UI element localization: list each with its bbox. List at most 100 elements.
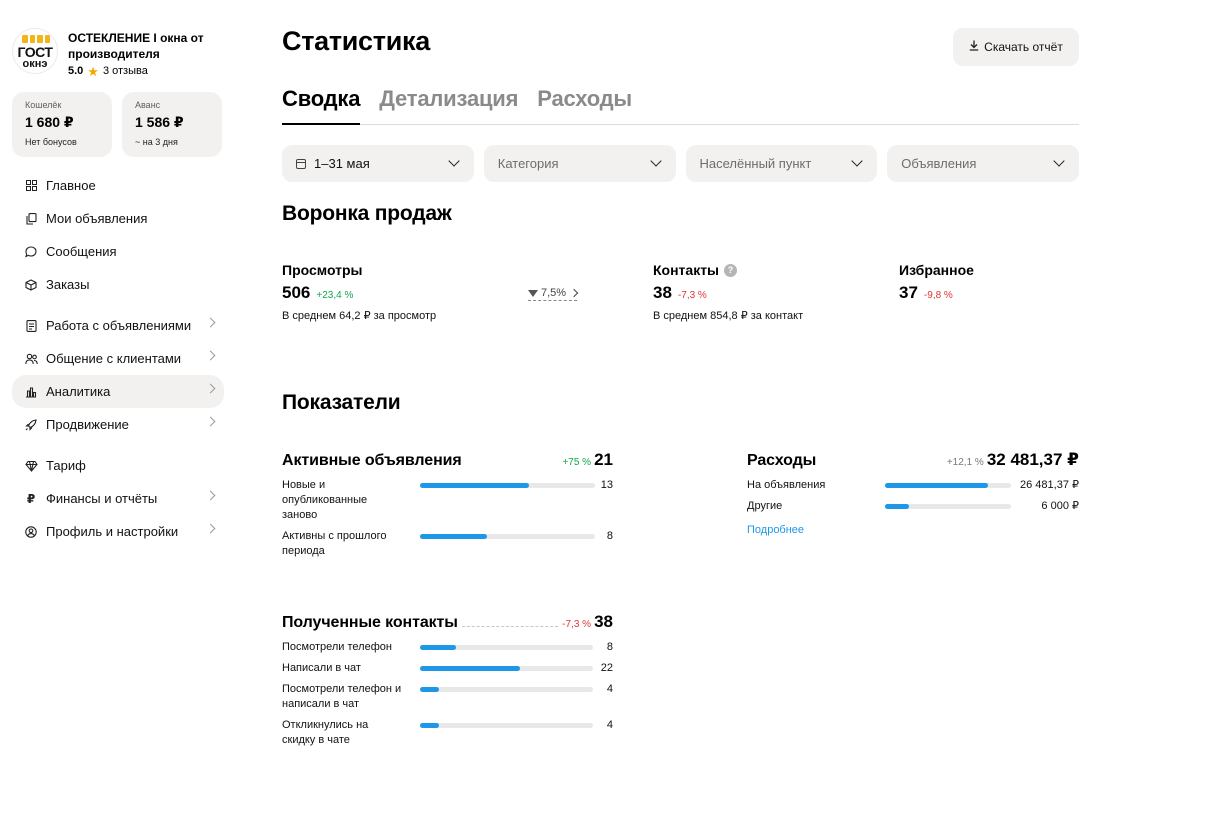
sidebar-item-label: Сообщения [46, 244, 117, 259]
sidebar-item-label: Аналитика [46, 384, 111, 399]
metric-row-bar [420, 645, 593, 650]
document-icon [24, 319, 38, 333]
metric-row: Активны с прошлого периода 8 [282, 529, 613, 559]
sidebar-item-label: Общение с клиентами [46, 351, 182, 366]
chevron-right-icon [205, 383, 216, 394]
category-placeholder: Категория [497, 156, 559, 171]
indicators-title: Показатели [282, 391, 401, 414]
sidebar-item-my-ads[interactable]: Мои объявления [12, 202, 224, 235]
contacts-title: Полученные контакты [282, 614, 458, 631]
metric-row: Новые и опубликованные заново 13 [282, 478, 613, 523]
company-name: ОСТЕКЛЕНИЕ I окна от производителя [68, 31, 204, 61]
rating-value: 5.0 [68, 65, 84, 77]
metric-row: Посмотрели телефон и написали в чат 4 [282, 682, 613, 712]
company-header[interactable]: ГОСТ окнэ ОСТЕКЛЕНИЕ I окна от производи… [12, 28, 224, 79]
metric-row-label: Посмотрели телефон и написали в чат [282, 683, 402, 710]
advance-value: 1 586 ₽ [135, 114, 184, 130]
logo-bars-icon [22, 35, 50, 43]
tab-details[interactable]: Детализация [379, 86, 518, 125]
conversion-link[interactable]: 7,5% [528, 287, 579, 301]
tab-expenses[interactable]: Расходы [537, 86, 632, 125]
funnel-favorites: Избранное 37 -9,8 % [899, 262, 974, 303]
sidebar-item-main[interactable]: Главное [12, 169, 224, 202]
active-ads-title: Активные объявления [282, 452, 462, 469]
favorites-delta: -9,8 % [923, 290, 953, 301]
sidebar-item-analytics[interactable]: Аналитика [12, 375, 224, 408]
funnel-contacts: Контакты ? 38 -7,3 % В среднем 854,8 ₽ з… [653, 262, 803, 322]
sidebar-item-label: Заказы [46, 277, 90, 292]
category-select[interactable]: Категория [483, 145, 676, 182]
help-icon[interactable]: ? [724, 263, 738, 277]
dotted-leader [461, 626, 559, 627]
metric-row: Откликнулись на скидку в чате 4 [282, 718, 613, 748]
sidebar-item-finance[interactable]: ₽ Финансы и отчёты [12, 482, 224, 515]
chevron-right-icon [205, 350, 216, 361]
copy-icon [24, 212, 38, 226]
metric-row-bar [420, 687, 593, 692]
calendar-icon [296, 158, 306, 169]
chevron-right-icon [205, 523, 216, 534]
reviews-count[interactable]: 3 отзыва [103, 65, 148, 77]
metric-row-value: 26 481,37 ₽ [1020, 479, 1079, 491]
chevron-down-icon [851, 155, 863, 167]
metric-row: На объявления 26 481,37 ₽ [747, 478, 1079, 493]
box-icon [24, 278, 38, 292]
ruble-icon: ₽ [26, 491, 36, 506]
sidebar-item-orders[interactable]: Заказы [12, 268, 224, 301]
sidebar: ГОСТ окнэ ОСТЕКЛЕНИЕ I окна от производи… [12, 28, 224, 548]
metric-row-value: 8 [606, 530, 613, 542]
expenses-more-link[interactable]: Подробнее [747, 524, 1079, 536]
sidebar-item-label: Профиль и настройки [46, 524, 179, 539]
chevron-down-icon [448, 155, 460, 167]
metric-row-bar [420, 534, 595, 539]
user-circle-icon [24, 525, 38, 539]
metric-row-label: Откликнулись на скидку в чате [282, 719, 369, 746]
views-average: В среднем 64,2 ₽ за просмотр [282, 310, 437, 322]
wallet-card[interactable]: Кошелёк 1 680 ₽ Нет бонусов [12, 92, 112, 157]
sidebar-item-label: Продвижение [46, 417, 129, 432]
views-delta: +23,4 % [316, 290, 354, 301]
sidebar-item-profile[interactable]: Профиль и настройки [12, 515, 224, 548]
location-select[interactable]: Населённый пункт [685, 145, 878, 182]
metric-row: Написали в чат 22 [282, 661, 613, 676]
tab-summary[interactable]: Сводка [282, 86, 360, 125]
sidebar-item-tariff[interactable]: Тариф [12, 449, 224, 482]
chevron-right-icon [205, 490, 216, 501]
company-info: ОСТЕКЛЕНИЕ I окна от производителя 5.0 ★… [68, 28, 218, 79]
metric-row-bar [420, 666, 593, 671]
people-icon [24, 352, 38, 366]
metric-row-label: Новые и опубликованные заново [282, 479, 368, 521]
sidebar-item-messages[interactable]: Сообщения [12, 235, 224, 268]
metric-row-label: Посмотрели телефон [282, 641, 392, 653]
star-icon: ★ [87, 63, 99, 79]
metric-row: Посмотрели телефон 8 [282, 640, 613, 655]
rocket-icon [24, 418, 38, 432]
metric-row-label: Другие [747, 500, 783, 512]
active-ads-delta: +75 % [562, 457, 592, 468]
date-range-select[interactable]: 1–31 мая [282, 145, 474, 182]
company-rating: 5.0 ★ 3 отзыва [68, 63, 218, 79]
ads-select[interactable]: Объявления [887, 145, 1079, 182]
contacts-metric-delta: -7,3 % [562, 619, 592, 630]
wallets: Кошелёк 1 680 ₽ Нет бонусов Аванс 1 586 … [12, 92, 224, 157]
location-placeholder: Населённый пункт [699, 156, 812, 171]
favorites-value: 37 [899, 283, 918, 302]
metric-row-value: 22 [600, 662, 613, 674]
chevron-right-icon [569, 288, 579, 298]
sidebar-item-clients[interactable]: Общение с клиентами [12, 342, 224, 375]
advance-card[interactable]: Аванс 1 586 ₽ ~ на 3 дня [122, 92, 222, 157]
contacts-metric: Полученные контакты -7,3 % 38 Посмотрели… [282, 612, 613, 748]
metric-row-bar [420, 483, 595, 488]
views-value: 506 [282, 283, 311, 302]
date-range-value: 1–31 мая [314, 156, 370, 171]
download-report-button[interactable]: Скачать отчёт [953, 28, 1079, 66]
sidebar-item-ads-work[interactable]: Работа с объявлениями [12, 309, 224, 342]
contacts-delta: -7,3 % [677, 290, 707, 301]
metric-row-bar [885, 483, 1011, 488]
metric-row-label: На объявления [747, 479, 826, 491]
sidebar-item-promotion[interactable]: Продвижение [12, 408, 224, 441]
expenses-title: Расходы [747, 452, 817, 469]
tabs: Сводка Детализация Расходы [282, 86, 1079, 125]
chevron-down-icon [1053, 155, 1065, 167]
expenses-metric: Расходы +12,1 % 32 481,37 ₽ На объявлени… [747, 450, 1079, 536]
